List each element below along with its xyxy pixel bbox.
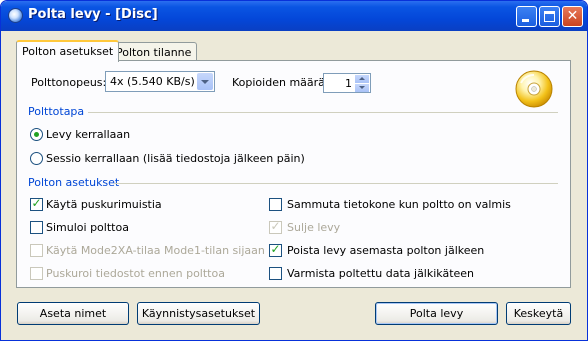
burning-disc-icon [515, 70, 553, 108]
checkmark-icon: ✓ [31, 196, 42, 210]
checkbox-verify-label[interactable]: Varmista poltettu data jälkikäteen [287, 267, 474, 280]
copies-decrement-button[interactable] [355, 84, 369, 92]
tab-burn-settings[interactable]: Polton asetukset [16, 40, 120, 62]
burn-button[interactable]: Polta levy [375, 302, 498, 325]
arrow-up-icon [359, 77, 365, 80]
checkbox-verify[interactable] [269, 267, 282, 280]
checkbox-eject-label[interactable]: Poista levy asemasta polton jälkeen [287, 244, 484, 257]
copies-stepper[interactable]: 1 [323, 73, 371, 93]
chevron-down-icon [201, 80, 209, 84]
checkbox-shutdown-label[interactable]: Sammuta tietokone kun poltto on valmis [287, 198, 511, 211]
radio-session-at-once[interactable] [30, 152, 43, 165]
speed-select[interactable]: 4x (5.540 KB/s) [105, 71, 215, 92]
boot-settings-button[interactable]: Käynnistysasetukset [137, 302, 260, 325]
group-divider [114, 183, 558, 184]
radio-selected-dot [34, 132, 39, 137]
radio-session-at-once-label[interactable]: Sessio kerrallaan (lisää tiedostoja jälk… [46, 152, 305, 165]
close-button[interactable]: ✕ [562, 6, 583, 27]
checkbox-shutdown[interactable] [269, 198, 282, 211]
checkmark-icon: ✓ [270, 242, 281, 256]
maximize-icon [544, 11, 555, 22]
speed-label: Polttonopeus: [31, 76, 107, 89]
title-bar[interactable]: Polta levy - [Disc] ✕ [1, 1, 587, 31]
checkbox-use-buffer[interactable]: ✓ [30, 196, 43, 211]
checkbox-prebuffer-files-label[interactable]: Puskuroi tiedostot ennen polttoa [46, 267, 225, 280]
tab-burn-status[interactable]: Polton tilanne [110, 42, 198, 62]
checkbox-prebuffer-files[interactable] [30, 267, 43, 280]
cancel-button[interactable]: Keskeytä [506, 302, 571, 325]
copies-label: Kopioiden määrä: [232, 76, 329, 89]
arrow-down-icon [359, 86, 365, 89]
speed-value: 4x (5.540 KB/s) [110, 75, 195, 88]
burn-disc-dialog: Polta levy - [Disc] ✕ Polton asetukset P… [0, 0, 588, 341]
radio-disc-at-once-label[interactable]: Levy kerrallaan [46, 128, 130, 141]
checkbox-mode2xa-label[interactable]: Käytä Mode2XA-tilaa Mode1-tilan sijaan [46, 244, 265, 257]
checkbox-eject[interactable]: ✓ [269, 242, 282, 257]
burn-settings-group-title: Polton asetukset [28, 176, 120, 189]
checkbox-simulate-label[interactable]: Simuloi polttoa [46, 221, 129, 234]
copies-increment-button[interactable] [355, 75, 369, 83]
checkbox-simulate[interactable] [30, 221, 43, 234]
checkbox-use-buffer-label[interactable]: Käytä puskurimuistia [46, 198, 162, 211]
checkbox-finalize[interactable]: ✓ [269, 219, 282, 234]
maximize-button[interactable] [539, 6, 560, 27]
minimize-button[interactable] [516, 6, 537, 27]
checkbox-finalize-label[interactable]: Sulje levy [287, 221, 340, 234]
write-mode-group-title: Polttotapa [28, 105, 85, 118]
minimize-icon [522, 19, 529, 22]
speed-dropdown-button[interactable] [197, 73, 213, 90]
group-divider [88, 112, 558, 113]
set-names-button[interactable]: Aseta nimet [17, 302, 129, 325]
copies-value[interactable]: 1 [345, 77, 352, 90]
radio-disc-at-once[interactable] [30, 128, 43, 141]
close-icon: ✕ [566, 8, 579, 24]
disc-app-icon [8, 8, 23, 23]
window-title: Polta levy - [Disc] [28, 7, 158, 22]
checkmark-icon: ✓ [270, 219, 281, 233]
checkbox-mode2xa[interactable] [30, 244, 43, 257]
